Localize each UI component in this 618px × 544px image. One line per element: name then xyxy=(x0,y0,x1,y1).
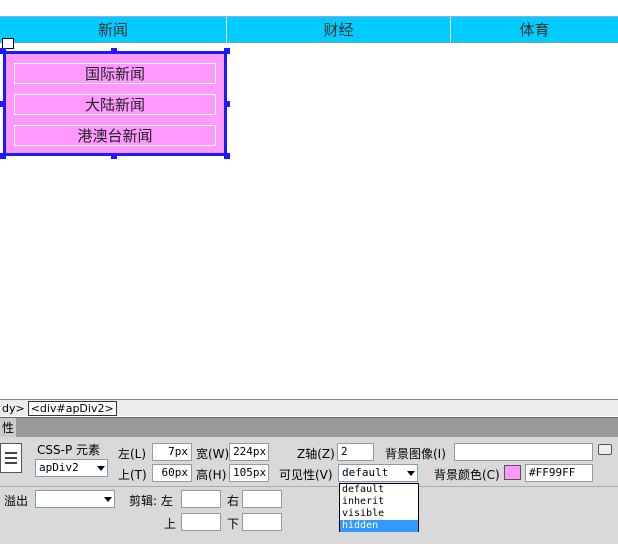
clip-left-input[interactable] xyxy=(181,490,221,508)
menu-item-sports[interactable]: 体育 xyxy=(451,17,618,42)
menu-bar: 新闻 财经 体育 xyxy=(0,16,618,43)
clip-bottom-input[interactable] xyxy=(242,513,282,531)
visibility-option-default[interactable]: default xyxy=(340,484,418,496)
zindex-input[interactable]: 2 xyxy=(337,443,374,461)
clip-left-label: 剪辑: 左 xyxy=(129,494,173,508)
height-input[interactable]: 105px xyxy=(229,464,269,482)
visibility-select[interactable]: default xyxy=(338,464,418,482)
overflow-select[interactable] xyxy=(35,490,115,508)
top-label: 上(T) xyxy=(118,468,147,482)
menu-item-news[interactable]: 新闻 xyxy=(0,17,227,42)
top-input[interactable]: 60px xyxy=(152,464,192,482)
folder-icon[interactable] xyxy=(598,444,612,455)
left-input[interactable]: 7px xyxy=(152,443,192,461)
tag-selector: dy> <div#apDiv2> xyxy=(0,399,618,416)
color-picker-swatch[interactable] xyxy=(504,465,521,480)
bg-image-label: 背景图像(I) xyxy=(385,447,446,461)
clip-top-label: 上 xyxy=(164,517,177,531)
apdiv2[interactable]: 国际新闻 大陆新闻 港澳台新闻 xyxy=(3,51,227,156)
overflow-label: 溢出 xyxy=(4,494,29,508)
resize-handle-se[interactable] xyxy=(224,153,230,159)
resize-handle-w[interactable] xyxy=(0,101,6,107)
clip-right-input[interactable] xyxy=(242,490,282,508)
visibility-option-inherit[interactable]: inherit xyxy=(340,496,418,508)
bg-color-input[interactable]: #FF99FF xyxy=(525,464,593,482)
tag-div-apdiv2[interactable]: <div#apDiv2> xyxy=(27,400,117,416)
clip-bottom-label: 下 xyxy=(227,517,240,531)
element-type-label: CSS-P 元素 xyxy=(37,443,100,457)
properties-tab[interactable]: 性 xyxy=(0,418,17,438)
clip-top-input[interactable] xyxy=(181,513,221,531)
resize-handle-e[interactable] xyxy=(224,101,230,107)
visibility-option-visible[interactable]: visible xyxy=(340,508,418,520)
tag-body[interactable]: dy> xyxy=(0,402,27,415)
panel-divider xyxy=(0,486,618,487)
height-label: 高(H) xyxy=(196,468,227,482)
visibility-dropdown-list: default inherit visible hidden xyxy=(339,483,419,532)
visibility-option-hidden[interactable]: hidden xyxy=(340,520,418,532)
element-id-select[interactable]: apDiv2 xyxy=(35,459,108,477)
css-p-element-icon xyxy=(0,443,22,473)
bg-image-input[interactable] xyxy=(454,443,593,461)
width-label: 宽(W) xyxy=(196,447,230,461)
design-canvas: { "menubar": { "items": ["新闻", "财经", "体育… xyxy=(0,0,618,544)
apdiv-item-mainland[interactable]: 大陆新闻 xyxy=(14,94,216,115)
resize-handle-nw[interactable] xyxy=(0,48,6,54)
resize-handle-n[interactable] xyxy=(111,48,117,54)
width-input[interactable]: 224px xyxy=(229,443,269,461)
left-label: 左(L) xyxy=(118,447,147,461)
apdiv-item-hk-macau-taiwan[interactable]: 港澳台新闻 xyxy=(14,125,216,146)
menu-item-finance[interactable]: 财经 xyxy=(227,17,451,42)
resize-handle-sw[interactable] xyxy=(0,153,6,159)
apdiv-item-international[interactable]: 国际新闻 xyxy=(14,63,216,84)
zindex-label: Z轴(Z) xyxy=(297,447,335,461)
visibility-label: 可见性(V) xyxy=(279,468,333,482)
properties-panel-header: 性 xyxy=(0,417,618,438)
resize-handle-s[interactable] xyxy=(111,153,117,159)
bg-color-label: 背景颜色(C) xyxy=(434,468,500,482)
resize-handle-ne[interactable] xyxy=(224,48,230,54)
clip-right-label: 右 xyxy=(227,494,240,508)
properties-panel: CSS-P 元素 apDiv2 左(L) 7px 宽(W) 224px 上(T)… xyxy=(0,437,618,544)
